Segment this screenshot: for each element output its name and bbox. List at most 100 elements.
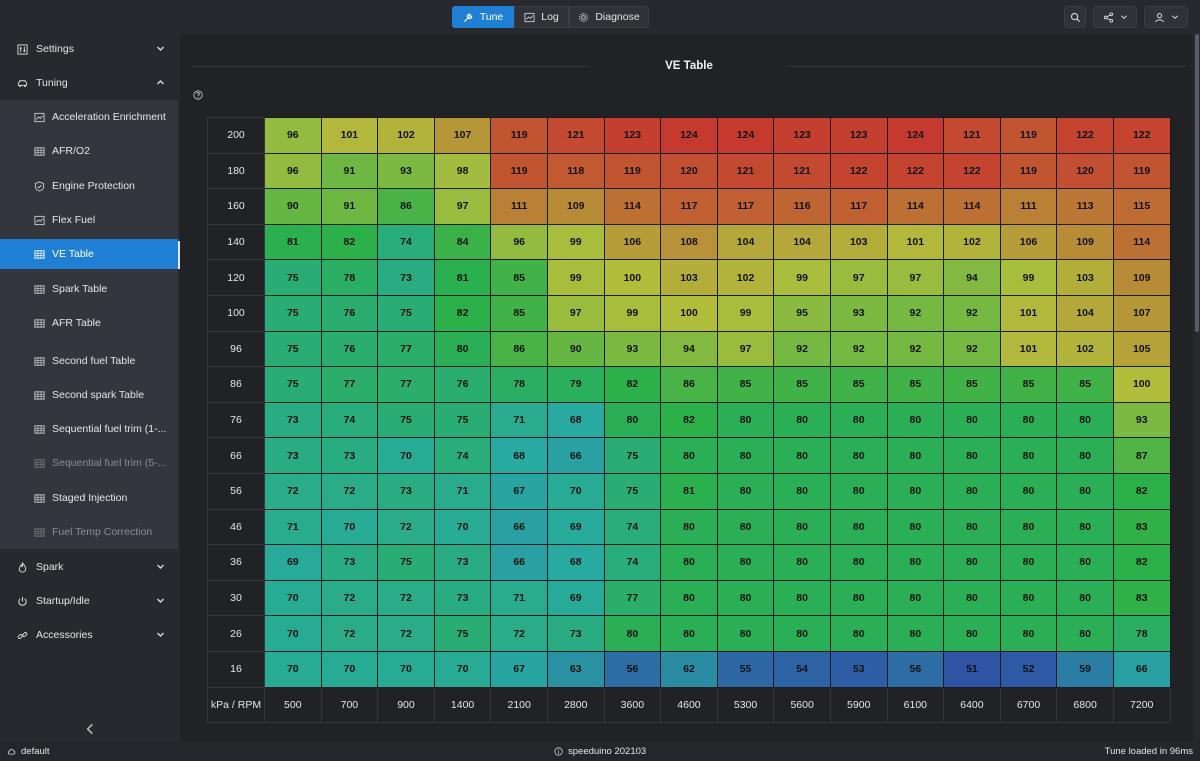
ve-cell[interactable]: 119 [490, 117, 548, 154]
sidebar-group-settings[interactable]: Settings [0, 32, 180, 66]
ve-cell[interactable]: 80 [829, 544, 888, 581]
ve-cell[interactable]: 106 [999, 223, 1058, 261]
ve-cell[interactable]: 97 [433, 188, 492, 225]
ve-cell[interactable]: 75 [603, 472, 662, 510]
ve-cell[interactable]: 80 [829, 401, 888, 439]
ve-cell[interactable]: 73 [264, 401, 322, 439]
ve-cell[interactable]: 97 [546, 294, 605, 332]
ve-cell[interactable]: 54 [773, 650, 831, 688]
ve-cell[interactable]: 80 [1056, 579, 1114, 617]
ve-cell[interactable]: 103 [829, 223, 888, 261]
ve-cell[interactable]: 80 [999, 544, 1058, 581]
ve-cell[interactable]: 86 [660, 366, 718, 403]
ve-cell[interactable]: 77 [377, 366, 435, 403]
ve-cell[interactable]: 94 [660, 330, 718, 368]
ve-cell[interactable]: 85 [999, 366, 1058, 403]
ve-cell[interactable]: 81 [264, 223, 322, 261]
sidebar-item-acceleration-enrichment[interactable]: Acceleration Enrichment [0, 102, 178, 132]
ve-cell[interactable]: 95 [773, 294, 831, 332]
ve-cell[interactable]: 96 [264, 117, 322, 154]
ve-cell[interactable]: 67 [490, 650, 548, 688]
ve-cell[interactable]: 80 [716, 579, 775, 617]
ve-cell[interactable]: 109 [1112, 259, 1171, 296]
ve-cell[interactable]: 71 [264, 508, 322, 546]
ve-cell[interactable]: 86 [377, 188, 435, 225]
search-button[interactable] [1064, 6, 1086, 28]
ve-cell[interactable]: 97 [716, 330, 775, 368]
ve-cell[interactable]: 104 [1056, 294, 1114, 332]
ve-cell[interactable]: 93 [1112, 401, 1171, 439]
sidebar-item-second-spark-table[interactable]: Second spark Table [0, 380, 178, 410]
ve-cell[interactable]: 99 [603, 294, 662, 332]
ve-cell[interactable]: 80 [773, 579, 831, 617]
ve-cell[interactable]: 122 [886, 152, 945, 190]
ve-cell[interactable]: 80 [773, 615, 831, 652]
ve-cell[interactable]: 83 [1112, 579, 1171, 617]
ve-cell[interactable]: 80 [829, 615, 888, 652]
ve-cell[interactable]: 72 [377, 579, 435, 617]
ve-cell[interactable]: 122 [943, 152, 1001, 190]
ve-cell[interactable]: 80 [603, 401, 662, 439]
ve-cell[interactable]: 85 [1056, 366, 1114, 403]
ve-cell[interactable]: 70 [264, 615, 322, 652]
ve-cell[interactable]: 92 [943, 294, 1001, 332]
sidebar-item-afr-table[interactable]: AFR Table [0, 308, 178, 338]
ve-cell[interactable]: 80 [886, 544, 945, 581]
ve-cell[interactable]: 69 [264, 544, 322, 581]
ve-cell[interactable]: 67 [490, 472, 548, 510]
ve-cell[interactable]: 62 [660, 650, 718, 688]
ve-cell[interactable]: 93 [603, 330, 662, 368]
ve-cell[interactable]: 97 [829, 259, 888, 296]
help-icon[interactable] [193, 90, 203, 100]
ve-cell[interactable]: 119 [1112, 152, 1171, 190]
ve-cell[interactable]: 80 [660, 508, 718, 546]
ve-cell[interactable]: 80 [773, 508, 831, 546]
ve-cell[interactable]: 70 [433, 508, 492, 546]
sidebar-item-staged-injection[interactable]: Staged Injection [0, 483, 178, 513]
ve-cell[interactable]: 86 [490, 330, 548, 368]
ve-cell[interactable]: 72 [320, 579, 379, 617]
ve-cell[interactable]: 80 [999, 472, 1058, 510]
ve-cell[interactable]: 123 [603, 117, 662, 154]
ve-cell[interactable]: 74 [433, 437, 492, 474]
ve-cell[interactable]: 104 [716, 223, 775, 261]
ve-cell[interactable]: 70 [546, 472, 605, 510]
sidebar-group-accessories[interactable]: Accessories [0, 618, 180, 652]
ve-cell[interactable]: 99 [716, 294, 775, 332]
ve-cell[interactable]: 106 [603, 223, 662, 261]
ve-cell[interactable]: 77 [320, 366, 379, 403]
ve-cell[interactable]: 75 [264, 330, 322, 368]
ve-cell[interactable]: 76 [433, 366, 492, 403]
ve-cell[interactable]: 80 [943, 401, 1001, 439]
ve-cell[interactable]: 80 [716, 401, 775, 439]
ve-cell[interactable]: 117 [829, 188, 888, 225]
ve-cell[interactable]: 80 [433, 330, 492, 368]
ve-cell[interactable]: 92 [943, 330, 1001, 368]
ve-cell[interactable]: 70 [320, 508, 379, 546]
ve-cell[interactable]: 76 [320, 330, 379, 368]
ve-cell[interactable]: 80 [773, 401, 831, 439]
ve-cell[interactable]: 98 [433, 152, 492, 190]
ve-cell[interactable]: 79 [546, 366, 605, 403]
sidebar-item-spark-table[interactable]: Spark Table [0, 274, 178, 304]
ve-cell[interactable]: 80 [660, 615, 718, 652]
ve-cell[interactable]: 76 [320, 294, 379, 332]
ve-cell[interactable]: 103 [660, 259, 718, 296]
ve-cell[interactable]: 80 [943, 544, 1001, 581]
user-button[interactable] [1144, 6, 1188, 28]
ve-cell[interactable]: 66 [490, 544, 548, 581]
ve-cell[interactable]: 96 [490, 223, 548, 261]
ve-cell[interactable]: 123 [773, 117, 831, 154]
ve-cell[interactable]: 122 [1112, 117, 1171, 154]
ve-cell[interactable]: 80 [999, 437, 1058, 474]
ve-cell[interactable]: 90 [546, 330, 605, 368]
ve-cell[interactable]: 80 [943, 615, 1001, 652]
ve-cell[interactable]: 80 [829, 472, 888, 510]
ve-cell[interactable]: 80 [886, 579, 945, 617]
ve-cell[interactable]: 63 [546, 650, 605, 688]
ve-cell[interactable]: 80 [886, 615, 945, 652]
ve-cell[interactable]: 80 [716, 544, 775, 581]
ve-cell[interactable]: 80 [1056, 615, 1114, 652]
sidebar-group-tuning[interactable]: Tuning [0, 66, 180, 100]
ve-cell[interactable]: 92 [886, 294, 945, 332]
